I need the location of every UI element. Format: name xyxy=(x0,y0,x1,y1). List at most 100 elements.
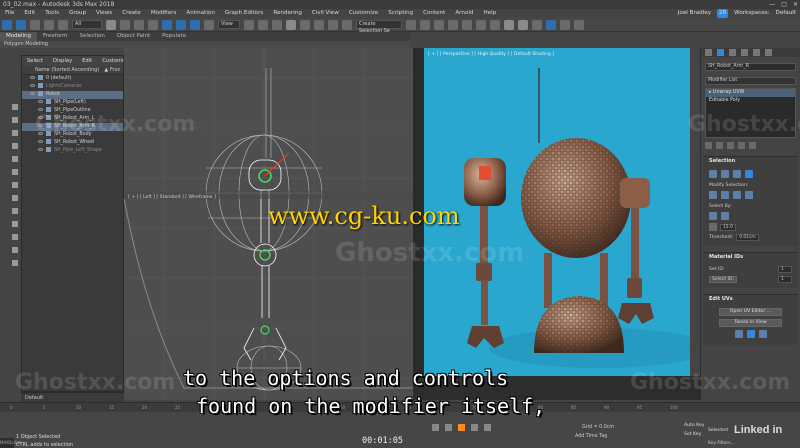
select-manipulate-icon[interactable] xyxy=(258,19,268,30)
add-time-tag-button[interactable]: Add Time Tag xyxy=(575,434,607,439)
align-icon[interactable] xyxy=(420,19,430,30)
material-ids-rollout-title[interactable]: Material IDs xyxy=(703,253,798,261)
menu-edit[interactable]: Edit xyxy=(19,9,40,18)
tree-item-sh-pipe-left[interactable]: SH_Pipe(Left) xyxy=(22,99,123,107)
grow-selection-icon[interactable] xyxy=(709,191,717,199)
menu-modifiers[interactable]: Modifiers xyxy=(146,9,182,18)
edit-named-selection-icon[interactable] xyxy=(342,19,352,30)
rendered-frame-window-icon[interactable] xyxy=(532,19,542,30)
tweak-in-view-button[interactable]: Tweak In View xyxy=(719,319,782,327)
key-filters-button[interactable]: Key Filters... xyxy=(708,441,735,446)
tree-item-sh-pipe-left-shape[interactable]: SH_Pipe_Left_Shape xyxy=(22,147,123,155)
menu-rendering[interactable]: Rendering xyxy=(268,9,307,18)
spinner-snap-icon[interactable] xyxy=(328,19,338,30)
set-key-button[interactable]: Set Key xyxy=(684,432,701,437)
render-production-icon[interactable] xyxy=(546,19,556,30)
ribbon-tab-modeling[interactable]: Modeling xyxy=(0,32,38,41)
object-name-field[interactable]: SH_Robot_Arm_R xyxy=(705,63,796,71)
ribbon-tab-selection[interactable]: Selection xyxy=(74,32,111,41)
bind-space-warp-icon[interactable] xyxy=(58,19,68,30)
menu-animation[interactable]: Animation xyxy=(181,9,220,18)
open-uv-editor-button[interactable]: Open UV Editor ... xyxy=(719,308,782,316)
menu-file[interactable]: File xyxy=(0,9,19,18)
modify-tab-icon[interactable] xyxy=(717,49,724,56)
perspective-viewport-label[interactable]: [ + ] [ Perspective ] [ High Quality ] [… xyxy=(428,52,554,57)
rectangular-selection-icon[interactable] xyxy=(134,19,144,30)
eye-icon[interactable] xyxy=(38,100,43,103)
stack-item-unwrap-uvw[interactable]: ▸ Unwrap UVW xyxy=(706,89,795,97)
quick-planar-map-icon[interactable] xyxy=(734,330,743,338)
hierarchy-tab-icon[interactable] xyxy=(729,49,736,56)
eye-icon[interactable] xyxy=(38,148,43,151)
rotate-icon[interactable] xyxy=(176,19,186,30)
edge-level-icon[interactable] xyxy=(721,170,729,178)
move-icon[interactable] xyxy=(162,19,172,30)
align-uv-icon[interactable] xyxy=(758,330,767,338)
keyboard-shortcut-icon[interactable] xyxy=(272,19,282,30)
angle-snap-icon[interactable] xyxy=(300,19,310,30)
geometry-filter-icon[interactable] xyxy=(12,156,18,162)
explorer-menu-select[interactable]: Select xyxy=(22,56,48,66)
select-icon[interactable] xyxy=(12,104,18,110)
auto-key-button[interactable]: Auto Key xyxy=(684,423,704,428)
invert-display-icon[interactable] xyxy=(12,143,18,149)
a360-gallery-icon[interactable] xyxy=(574,19,584,30)
select-by-name-icon[interactable] xyxy=(120,19,130,30)
lights-filter-icon[interactable] xyxy=(12,182,18,188)
eye-icon[interactable] xyxy=(38,108,43,111)
menu-customize[interactable]: Customize xyxy=(344,9,383,18)
ribbon-tab-object-paint[interactable]: Object Paint xyxy=(111,32,156,41)
layer-explorer-icon[interactable] xyxy=(448,19,458,30)
eye-icon[interactable] xyxy=(30,84,35,87)
menu-civil-view[interactable]: Civil View xyxy=(307,9,344,18)
modifier-list-dropdown[interactable]: Modifier List xyxy=(705,77,796,85)
motion-tab-icon[interactable] xyxy=(741,49,748,56)
set-id-input[interactable]: 1 xyxy=(778,266,792,273)
schematic-view-icon[interactable] xyxy=(490,19,500,30)
menu-views[interactable]: Views xyxy=(91,9,117,18)
pin-stack-icon[interactable] xyxy=(705,142,712,149)
shrink-selection-icon[interactable] xyxy=(721,191,729,199)
menu-scripting[interactable]: Scripting xyxy=(383,9,418,18)
bones-filter-icon[interactable] xyxy=(12,260,18,266)
next-frame-icon[interactable] xyxy=(471,424,478,431)
ribbon-toggle-icon[interactable] xyxy=(462,19,472,30)
ring-selection-icon[interactable] xyxy=(745,191,753,199)
snaps-toggle-icon[interactable] xyxy=(286,19,296,30)
select-id-button[interactable]: Select ID: xyxy=(709,276,738,283)
display-all-icon[interactable] xyxy=(12,130,18,136)
menu-group[interactable]: Group xyxy=(64,9,91,18)
spacewarps-filter-icon[interactable] xyxy=(12,221,18,227)
eye-icon[interactable] xyxy=(38,140,43,143)
ignore-backfacing-icon[interactable] xyxy=(709,212,717,220)
named-selection-dropdown[interactable]: Create Selection Se xyxy=(356,20,402,34)
selection-rollout-title[interactable]: Selection xyxy=(703,157,798,165)
placement-icon[interactable] xyxy=(204,19,214,30)
configure-sets-icon[interactable] xyxy=(749,142,756,149)
pivot-point-icon[interactable] xyxy=(244,19,254,30)
reference-coordinate-dropdown[interactable]: View xyxy=(218,20,240,29)
create-tab-icon[interactable] xyxy=(705,49,712,56)
maxscript-listener[interactable]: MAXScript Mi xyxy=(0,438,21,448)
explorer-menu-display[interactable]: Display xyxy=(48,56,77,66)
menu-arnold[interactable]: Arnold xyxy=(450,9,478,18)
mirror-icon[interactable] xyxy=(406,19,416,30)
element-level-icon[interactable] xyxy=(745,170,753,178)
previous-frame-icon[interactable] xyxy=(445,424,452,431)
curve-editor-icon[interactable] xyxy=(476,19,486,30)
link-icon[interactable] xyxy=(30,19,40,30)
utilities-tab-icon[interactable] xyxy=(765,49,772,56)
workspaces-select[interactable]: Default xyxy=(776,9,796,18)
stack-item-editable-poly[interactable]: Editable Poly xyxy=(706,97,795,105)
loop-selection-icon[interactable] xyxy=(733,191,741,199)
tree-item-robot[interactable]: Robot xyxy=(22,91,123,99)
minimize-button[interactable]: — xyxy=(769,0,775,9)
ribbon-tab-freeform[interactable]: Freeform xyxy=(37,32,74,41)
shapes-filter-icon[interactable] xyxy=(12,169,18,175)
polygon-level-icon[interactable] xyxy=(733,170,741,178)
material-editor-icon[interactable] xyxy=(504,19,514,30)
scale-icon[interactable] xyxy=(190,19,200,30)
vertex-level-icon[interactable] xyxy=(709,170,717,178)
remove-modifier-icon[interactable] xyxy=(738,142,745,149)
tree-item-lights-cameras[interactable]: LightsCameras xyxy=(22,83,123,91)
